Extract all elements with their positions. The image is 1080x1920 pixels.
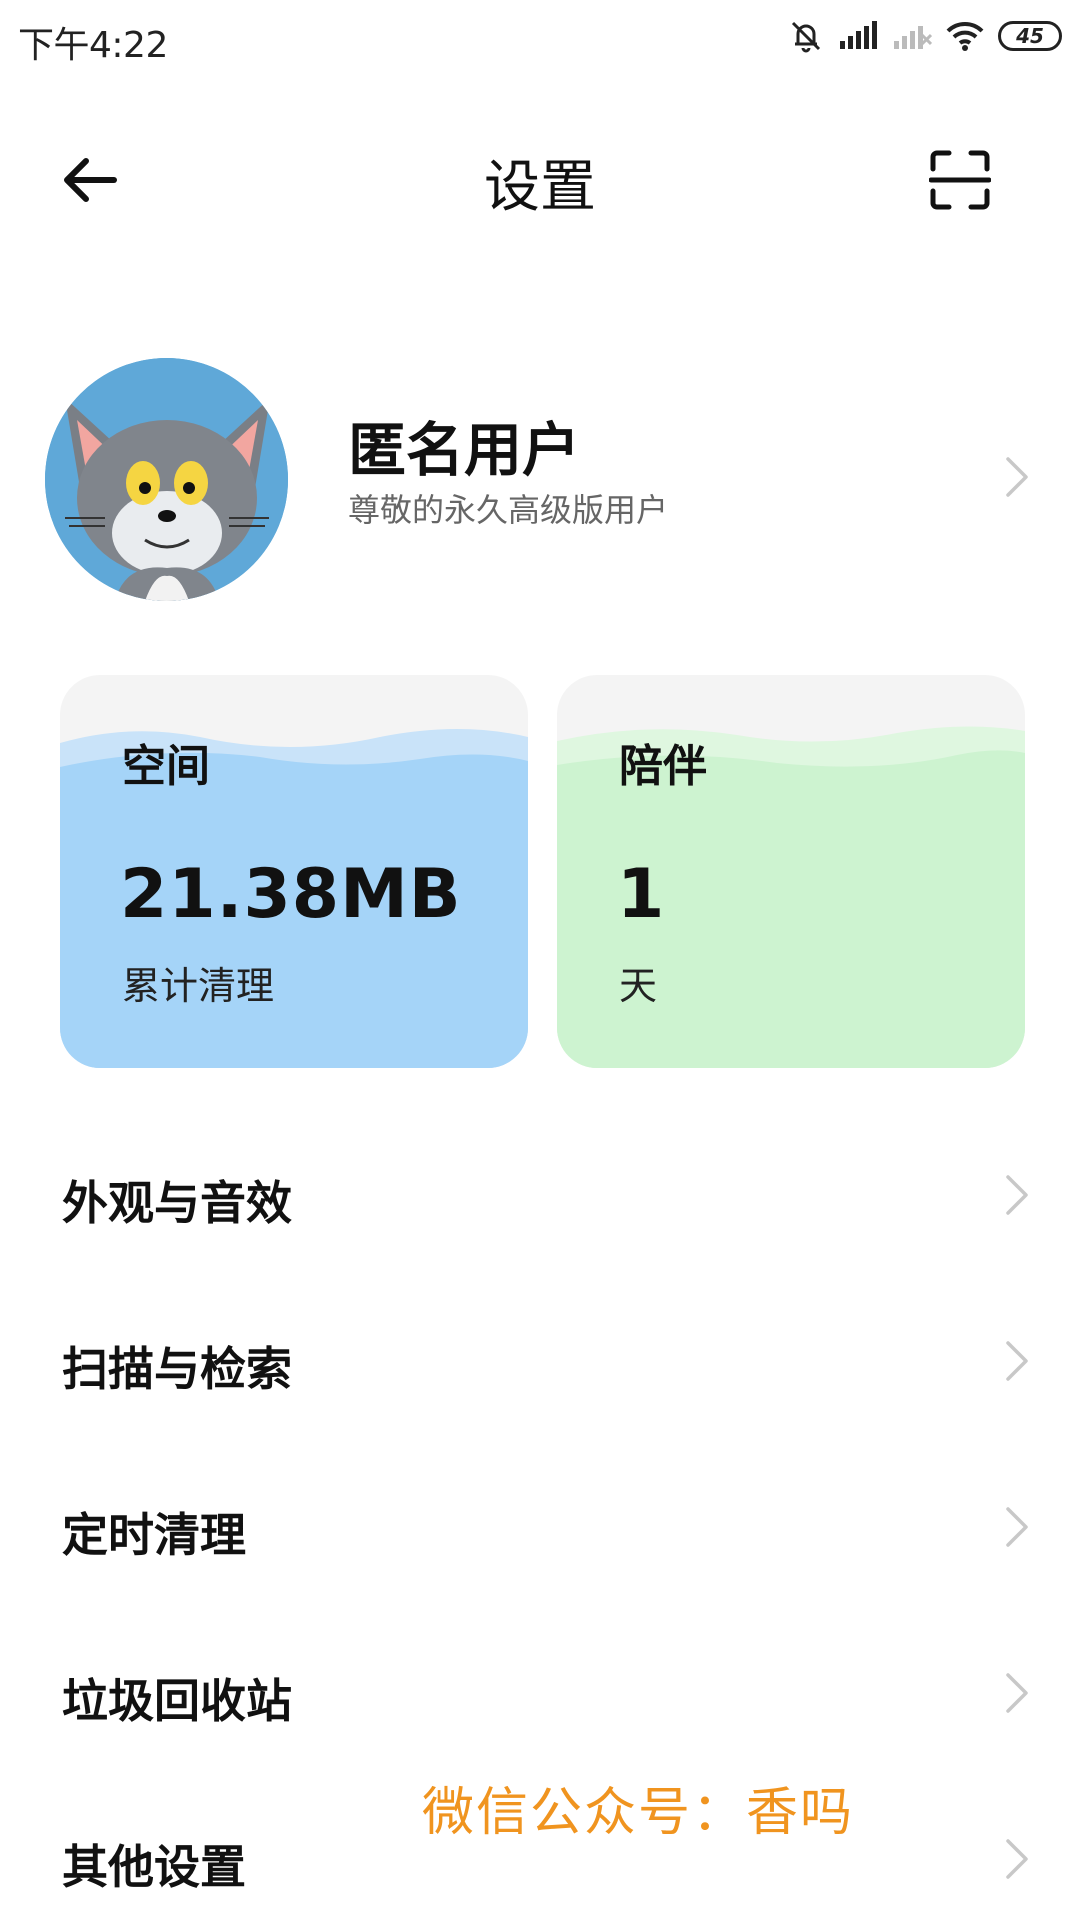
menu-item-recycle-bin[interactable]: 垃圾回收站 xyxy=(0,1611,1080,1777)
settings-page: 下午4:22 45 设置 匿名用户 尊敬的永久高级版用户 空间 21.38MB … xyxy=(0,0,1080,1920)
watermark-text: 微信公众号：香吗 xyxy=(422,1783,855,1843)
signal-empty-icon xyxy=(892,21,932,51)
companion-card[interactable]: 陪伴 1 天 xyxy=(557,675,1025,1068)
menu-item-label: 扫描与检索 xyxy=(62,1342,292,1396)
avatar[interactable] xyxy=(45,358,288,601)
status-bar: 下午4:22 45 xyxy=(0,0,1080,75)
menu-item-label: 其他设置 xyxy=(62,1840,246,1894)
menu-item-label: 外观与音效 xyxy=(62,1176,292,1230)
scan-icon xyxy=(929,150,991,210)
signal-icon xyxy=(838,21,878,51)
card-unit: 天 xyxy=(619,964,658,1008)
battery-icon: 45 xyxy=(998,21,1062,51)
mute-icon xyxy=(788,18,824,54)
status-icons: 45 xyxy=(788,18,1062,54)
scan-button[interactable] xyxy=(920,140,1000,220)
wifi-icon xyxy=(946,21,984,51)
card-unit: 累计清理 xyxy=(122,964,275,1008)
space-card[interactable]: 空间 21.38MB 累计清理 xyxy=(60,675,528,1068)
header: 设置 xyxy=(0,120,1080,220)
user-subtitle: 尊敬的永久高级版用户 xyxy=(348,491,669,529)
chevron-right-icon xyxy=(1004,1671,1030,1719)
chevron-right-icon xyxy=(1004,1173,1030,1221)
user-name: 匿名用户 xyxy=(348,416,581,484)
menu-item-label: 定时清理 xyxy=(62,1508,246,1562)
card-label: 空间 xyxy=(122,741,210,792)
menu-item-appearance[interactable]: 外观与音效 xyxy=(0,1113,1080,1279)
chevron-right-icon xyxy=(1004,1837,1030,1885)
chevron-right-icon xyxy=(1004,1339,1030,1387)
menu-item-scheduled-clean[interactable]: 定时清理 xyxy=(0,1445,1080,1611)
menu-item-scan[interactable]: 扫描与检索 xyxy=(0,1279,1080,1445)
status-time: 下午4:22 xyxy=(18,25,168,66)
page-title: 设置 xyxy=(484,155,596,220)
card-value: 1 xyxy=(617,855,666,934)
chevron-right-icon xyxy=(1004,455,1030,503)
profile-row[interactable]: 匿名用户 尊敬的永久高级版用户 xyxy=(0,355,1080,605)
card-value: 21.38MB xyxy=(120,855,462,934)
card-label: 陪伴 xyxy=(619,741,707,792)
chevron-right-icon xyxy=(1004,1505,1030,1553)
menu-item-label: 垃圾回收站 xyxy=(62,1674,292,1728)
